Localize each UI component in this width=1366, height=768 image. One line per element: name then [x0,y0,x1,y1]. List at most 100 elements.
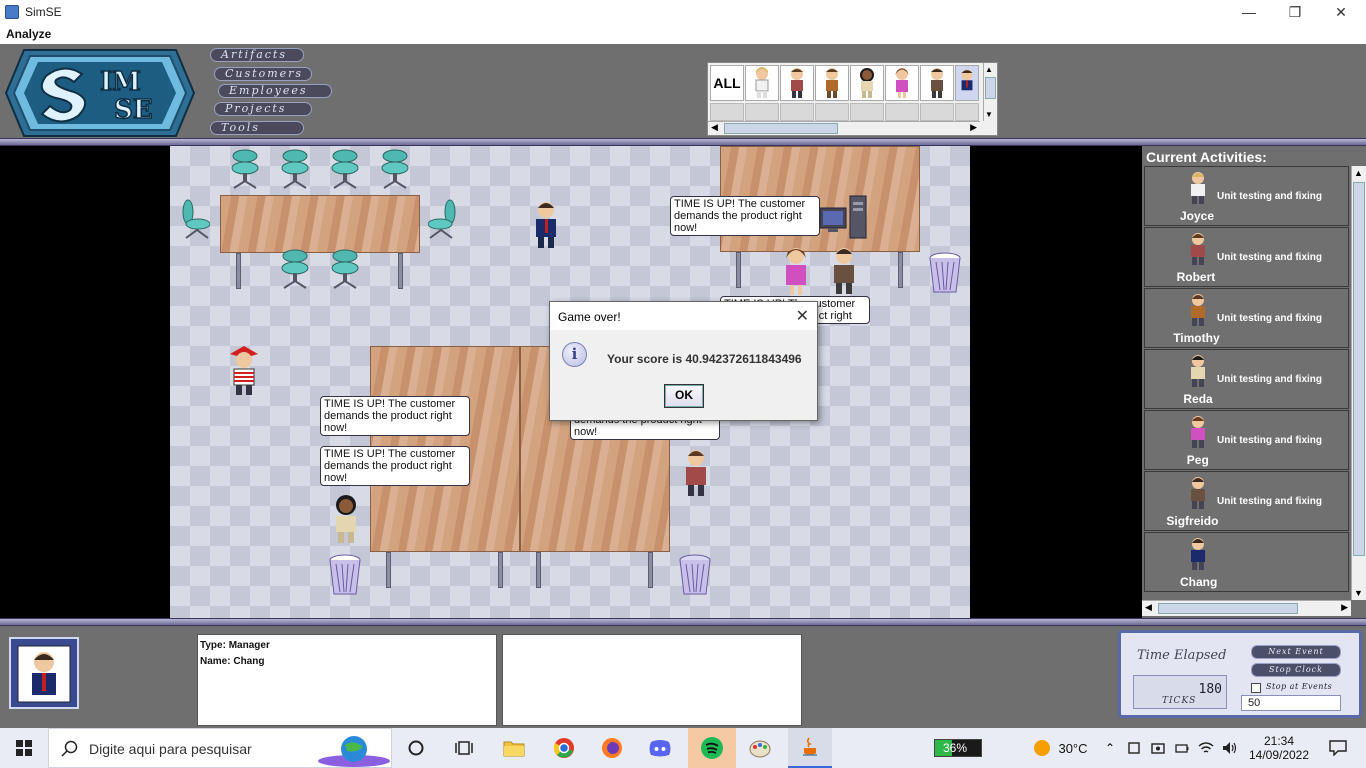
office-chair [330,148,360,190]
stop-clock-button[interactable]: Stop Clock [1251,663,1341,677]
trash-can [328,554,362,596]
taskbar-chrome[interactable] [544,728,584,768]
nav-projects[interactable]: Projects [214,102,312,116]
wifi-button[interactable] [1196,728,1216,768]
nav-employees[interactable]: Employees [218,84,332,98]
customer-pirate-sprite[interactable] [228,346,260,396]
taskbar-paint[interactable] [740,728,780,768]
activity-employee-name: Timothy [1173,331,1220,345]
employee-sprite-icon [860,68,874,98]
menu-analyze[interactable]: Analyze [6,27,51,41]
scroll-left-icon[interactable]: ◀ [1145,602,1152,613]
filter-slot [710,103,744,121]
filter-vertical-scrollbar[interactable]: ▲ ▼ [983,63,997,121]
weather-widget[interactable]: 30°C [1024,728,1096,768]
tray-icon[interactable] [1124,728,1144,768]
battery-icon: 36% [934,739,982,757]
scroll-up-icon[interactable]: ▲ [1354,168,1363,178]
minimize-button[interactable]: — [1226,0,1272,24]
ok-button[interactable]: OK [664,384,704,408]
filter-employee-peg[interactable] [885,65,919,101]
nav-artifacts[interactable]: Artifacts [210,48,304,62]
activity-item[interactable]: Unit testing and fixing Sigfreido [1144,471,1349,531]
activity-item[interactable]: Unit testing and fixing Joyce [1144,166,1349,226]
tray-icon[interactable] [1148,728,1168,768]
scroll-right-icon[interactable]: ▶ [970,122,977,133]
notifications-button[interactable] [1318,728,1358,768]
steps-input[interactable]: 50 [1241,695,1341,711]
filter-employee-reda[interactable] [850,65,884,101]
scroll-down-icon[interactable]: ▼ [985,110,993,119]
activities-horizontal-scrollbar[interactable]: ◀ ▶ [1142,600,1351,616]
filter-employee-timothy[interactable] [815,65,849,101]
activity-employee-name: Chang [1180,575,1218,589]
scroll-thumb[interactable] [985,77,996,99]
taskbar-java[interactable] [788,728,832,768]
activity-item[interactable]: Unit testing and fixing Peg [1144,410,1349,470]
battery-tray-icon [1175,744,1189,753]
bubble-line: TIME IS UP! The customer [324,398,456,410]
start-button[interactable] [0,728,48,768]
task-view-button[interactable] [396,728,436,768]
activity-item[interactable]: Chang [1144,532,1349,592]
bubble-line: TIME IS UP! The customer [324,448,456,460]
taskbar-file-explorer[interactable] [494,728,534,768]
bubble-line: now! [324,472,348,484]
next-event-button[interactable]: Next Event [1251,645,1341,659]
score-message: Your score is 40.942372611843496 [607,352,802,366]
dialog-close-icon[interactable]: ✕ [796,306,809,326]
volume-button[interactable] [1220,728,1240,768]
office-chair [230,148,260,190]
bubble-line: demands the product right [324,460,452,472]
activities-vertical-scrollbar[interactable]: ▲ ▼ [1351,166,1366,600]
nav-customers[interactable]: Customers [214,67,312,81]
activity-task: Unit testing and fixing [1217,252,1322,263]
taskbar-discord[interactable] [640,728,680,768]
wifi-icon [1198,742,1214,753]
restore-button[interactable]: ❐ [1272,0,1318,24]
stop-at-events-checkbox[interactable] [1251,683,1261,693]
employee-sigfreido-sprite[interactable] [828,246,860,296]
filter-employee-joyce[interactable] [745,65,779,101]
employee-peg-sprite[interactable] [780,246,812,296]
search-box[interactable]: Digite aqui para pesquisar [48,728,392,768]
activity-task: Unit testing and fixing [1217,374,1322,385]
scroll-down-icon[interactable]: ▼ [1354,588,1363,598]
taskbar-spotify[interactable] [688,728,736,768]
filter-employee-robert[interactable] [780,65,814,101]
employee-robert-sprite[interactable] [680,448,712,498]
header-divider [0,138,1366,146]
filter-horizontal-scrollbar[interactable]: ◀ ▶ [708,121,980,135]
close-button[interactable]: ✕ [1318,0,1364,24]
battery-indicator[interactable]: 36% [932,728,984,768]
scroll-thumb[interactable] [724,123,838,134]
filter-all-button[interactable]: ALL [710,65,744,101]
employee-sprite-icon [931,68,943,98]
taskbar-firefox[interactable] [592,728,632,768]
office-chair [280,148,310,190]
filter-employee-chang[interactable] [955,65,979,101]
activity-item[interactable]: Unit testing and fixing Timothy [1144,288,1349,348]
filter-slot [885,103,919,121]
scroll-right-icon[interactable]: ▶ [1341,602,1348,613]
chevron-up-icon: ⌃ [1104,741,1116,755]
ticks-display: 180 TICKS [1133,675,1227,709]
task-view-icon-button[interactable] [444,728,484,768]
activity-item[interactable]: Unit testing and fixing Robert [1144,227,1349,287]
desk-leg [648,552,653,588]
dialog-title-bar: Game over! ✕ [550,302,817,330]
nav-tools[interactable]: Tools [210,121,304,135]
employee-reda-sprite[interactable] [330,494,362,544]
scroll-thumb[interactable] [1353,182,1365,556]
scroll-thumb[interactable] [1158,603,1298,614]
employee-avatar-icon [1191,477,1205,509]
filter-employee-sigfreido[interactable] [920,65,954,101]
employee-filter-panel: ALL ▲ ▼ ◀ ▶ [707,62,998,136]
show-hidden-icons[interactable]: ⌃ [1100,728,1120,768]
scroll-left-icon[interactable]: ◀ [711,122,718,133]
scroll-up-icon[interactable]: ▲ [985,65,993,74]
clock-widget[interactable]: 21:34 14/09/2022 [1244,728,1314,768]
tray-icon[interactable] [1172,728,1192,768]
activity-item[interactable]: Unit testing and fixing Reda [1144,349,1349,409]
employee-chang-sprite[interactable] [530,200,562,250]
